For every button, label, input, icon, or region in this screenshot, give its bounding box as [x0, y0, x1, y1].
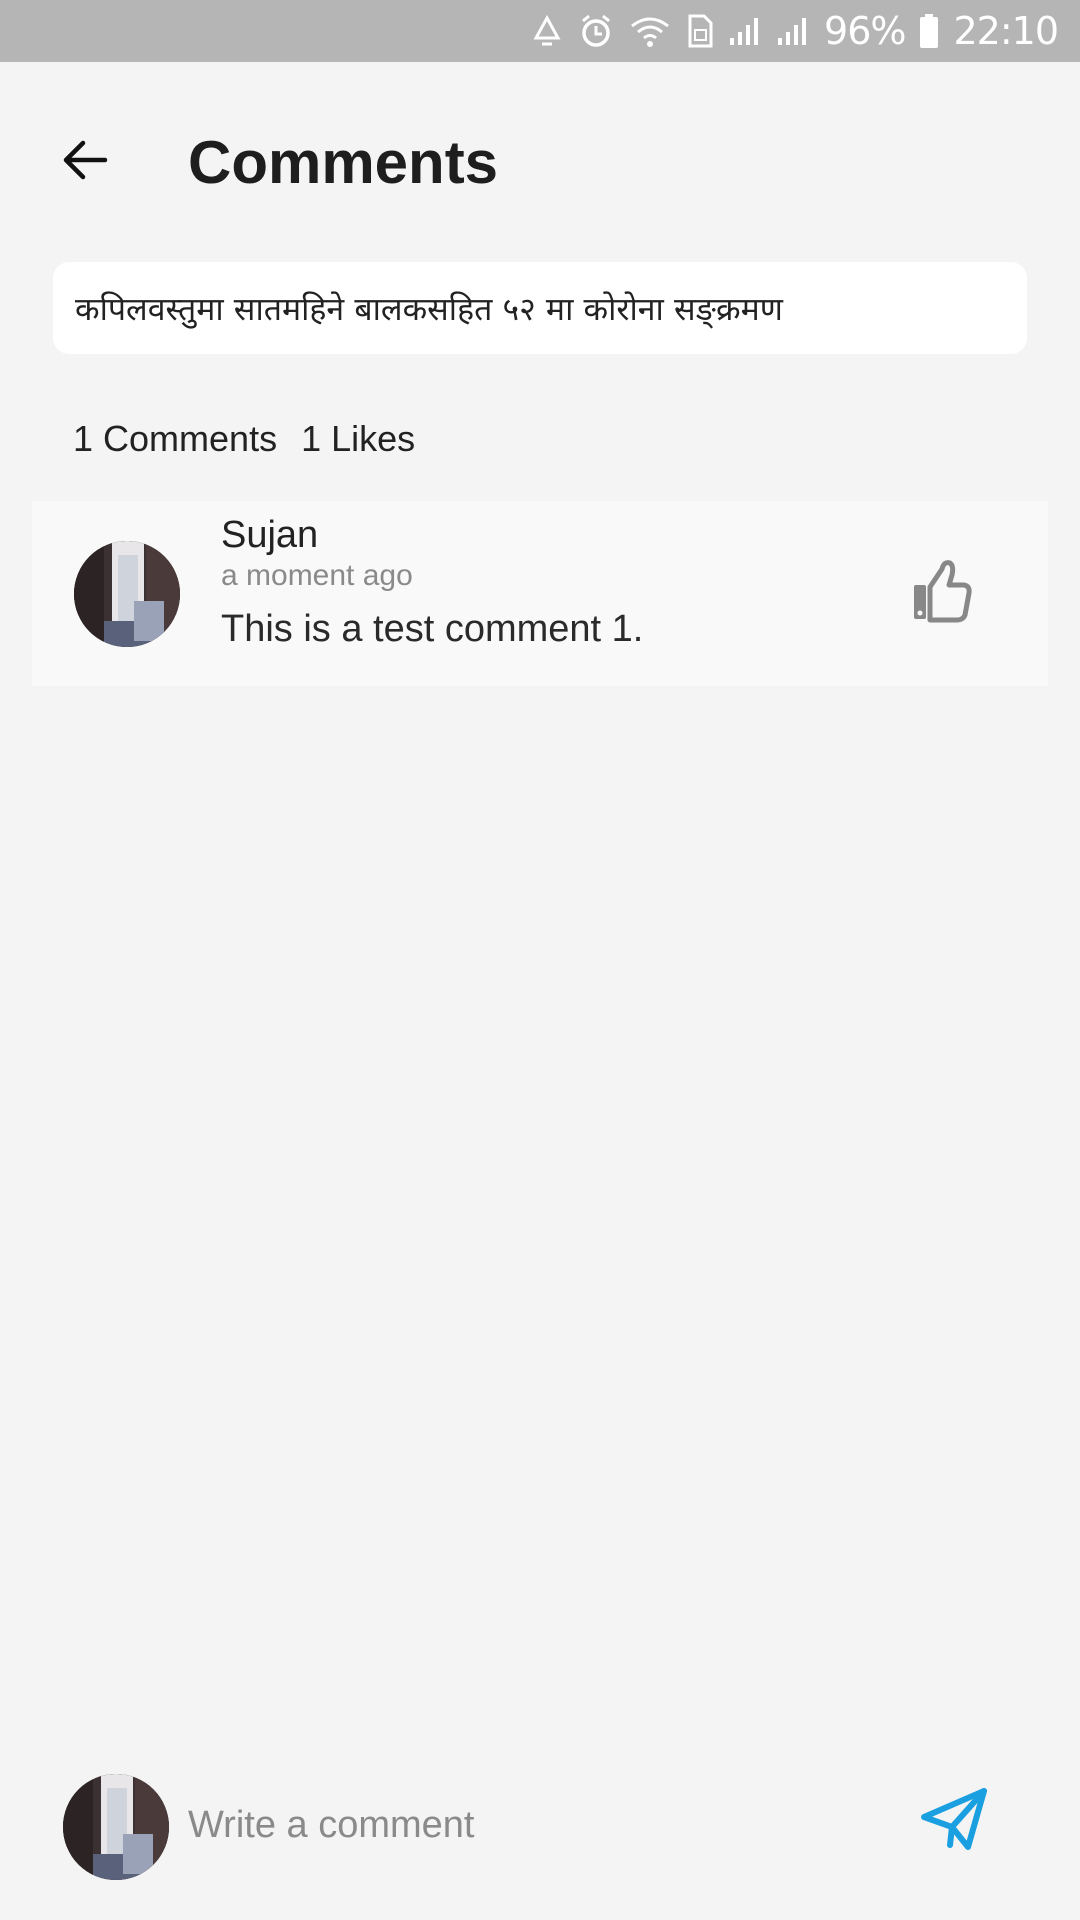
comment-item: Sujan a moment ago This is a test commen… — [32, 501, 1048, 686]
alarm-icon — [578, 13, 614, 49]
status-time: 22:10 — [953, 9, 1059, 53]
comment-time: a moment ago — [221, 559, 413, 592]
recycle-icon — [530, 14, 564, 48]
page-title: Comments — [188, 129, 499, 196]
back-button[interactable] — [50, 132, 120, 192]
wifi-icon — [628, 14, 672, 48]
article-card: कपिलवस्तुमा सातमहिने बालकसहित ५२ मा कोरो… — [53, 262, 1027, 354]
arrow-left-icon — [61, 138, 109, 187]
article-headline: कपिलवस्तुमा सातमहिने बालकसहित ५२ मा कोरो… — [75, 289, 783, 328]
comment-author: Sujan — [221, 514, 319, 556]
comment-text: This is a test comment 1. — [221, 608, 644, 650]
comment-input[interactable] — [188, 1790, 888, 1860]
signal-icon — [728, 16, 762, 46]
comments-count: 1 Comments — [73, 418, 278, 459]
battery-icon — [919, 13, 939, 49]
thumbs-up-icon — [910, 557, 974, 630]
battery-percent: 96% — [824, 9, 906, 53]
avatar — [74, 541, 180, 647]
header: Comments — [0, 62, 1080, 262]
comment-composer — [0, 1760, 1080, 1890]
comment-stats: 1 Comments 1 Likes — [73, 418, 415, 460]
comments-screen: 96% 22:10 Comments कपिलवस्तुमा सातमहिने … — [0, 0, 1080, 1920]
likes-count: 1 Likes — [301, 418, 416, 459]
signal-icon — [776, 16, 810, 46]
status-bar: 96% 22:10 — [0, 0, 1080, 62]
avatar — [63, 1774, 169, 1880]
send-button[interactable] — [915, 1782, 995, 1862]
send-icon — [920, 1787, 990, 1858]
like-button[interactable] — [902, 553, 982, 633]
sim-icon — [686, 14, 714, 48]
